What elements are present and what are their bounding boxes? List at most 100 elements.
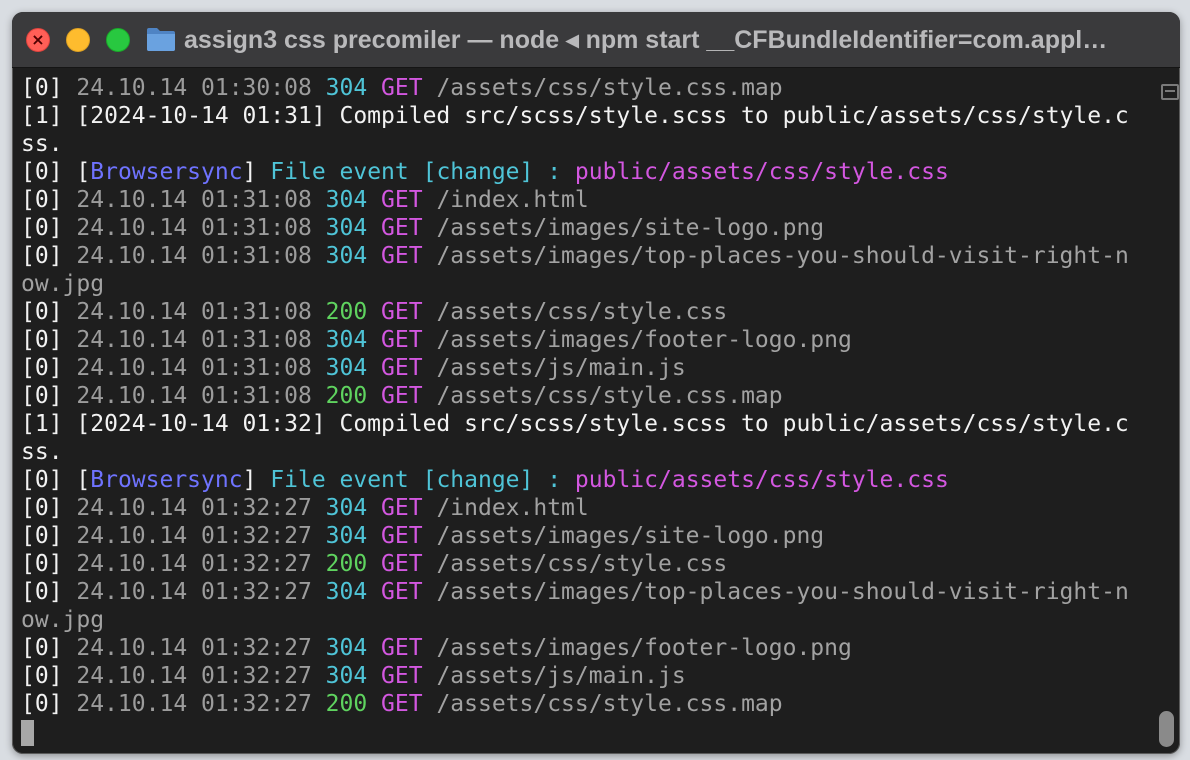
log-text: ss. (21, 131, 63, 157)
close-icon: × (31, 30, 45, 49)
request-path: /assets/images/site-logo.png (436, 215, 825, 241)
log-timestamp: 24.10.14 01:30:08 (76, 75, 326, 101)
http-method: GET (367, 495, 437, 521)
log-line: [0] 24.10.14 01:30:08 304 GET /assets/cs… (21, 74, 1152, 102)
title-bar[interactable]: × assign3 css precomiler — node ◂ npm st… (12, 12, 1180, 68)
log-line: [1] [2024-10-14 01:31] Compiled src/scss… (21, 102, 1152, 130)
log-timestamp: 24.10.14 01:31:08 (76, 215, 326, 241)
browsersync-label: Browsersync (90, 159, 243, 185)
http-method: GET (367, 383, 437, 409)
http-status: 304 (325, 523, 368, 549)
log-text: [1] [2024-10-14 01:31] Compiled src/scss… (21, 103, 1129, 129)
http-status: 200 (325, 551, 368, 577)
log-text: [1] [2024-10-14 01:32] Compiled src/scss… (21, 411, 1129, 437)
http-status: 304 (325, 663, 368, 689)
browsersync-label: Browsersync (90, 467, 243, 493)
minimize-button[interactable] (66, 28, 90, 52)
request-path: /assets/js/main.js (436, 663, 686, 689)
prompt-line[interactable] (21, 718, 1152, 746)
process-tag: [0] (21, 355, 77, 381)
process-tag: [0] [ (21, 159, 91, 185)
http-status: 304 (325, 355, 368, 381)
process-tag: [0] [ (21, 467, 91, 493)
log-line: [0] 24.10.14 01:31:08 200 GET /assets/cs… (21, 298, 1152, 326)
http-method: GET (367, 299, 437, 325)
log-line: [0] 24.10.14 01:32:27 304 GET /assets/js… (21, 662, 1152, 690)
http-method: GET (367, 691, 437, 717)
file-event-label: File event [change] : (270, 159, 575, 185)
http-status: 304 (325, 75, 368, 101)
folder-icon (147, 28, 175, 51)
process-tag: [0] (21, 691, 77, 717)
log-line: [0] 24.10.14 01:32:27 304 GET /assets/im… (21, 522, 1152, 550)
text-cursor (21, 720, 34, 746)
http-status: 200 (325, 691, 368, 717)
zoom-button[interactable] (106, 28, 130, 52)
http-method: GET (367, 215, 437, 241)
bracket: ] (242, 467, 271, 493)
process-tag: [0] (21, 495, 77, 521)
log-line: [0] 24.10.14 01:31:08 304 GET /index.htm… (21, 186, 1152, 214)
log-line: ow.jpg (21, 270, 1152, 298)
log-line: [0] [Browsersync] File event [change] : … (21, 466, 1152, 494)
request-path: /assets/images/footer-logo.png (436, 635, 852, 661)
log-timestamp: 24.10.14 01:32:27 (76, 523, 326, 549)
request-path: /assets/images/footer-logo.png (436, 327, 852, 353)
process-tag: [0] (21, 551, 77, 577)
process-tag: [0] (21, 523, 77, 549)
log-line: ss. (21, 130, 1152, 158)
log-timestamp: 24.10.14 01:32:27 (76, 495, 326, 521)
process-tag: [0] (21, 243, 77, 269)
log-timestamp: 24.10.14 01:32:27 (76, 691, 326, 717)
log-timestamp: 24.10.14 01:32:27 (76, 635, 326, 661)
process-tag: [0] (21, 383, 77, 409)
scrollbar[interactable] (1153, 68, 1180, 754)
request-path: /assets/css/style.css.map (436, 75, 783, 101)
log-timestamp: 24.10.14 01:31:08 (76, 355, 326, 381)
process-tag: [0] (21, 579, 77, 605)
log-timestamp: 24.10.14 01:32:27 (76, 579, 326, 605)
log-line: ow.jpg (21, 606, 1152, 634)
terminal-output[interactable]: [0] 24.10.14 01:30:08 304 GET /assets/cs… (12, 68, 1152, 754)
process-tag: [0] (21, 75, 77, 101)
log-timestamp: 24.10.14 01:32:27 (76, 551, 326, 577)
request-path: /assets/css/style.css.map (436, 691, 783, 717)
scrollbar-thumb[interactable] (1159, 711, 1174, 747)
bracket: ] (242, 159, 271, 185)
log-line: [0] 24.10.14 01:31:08 304 GET /assets/im… (21, 326, 1152, 354)
changed-file: public/assets/css/style.css (574, 159, 949, 185)
http-status: 304 (325, 579, 368, 605)
log-line: [0] 24.10.14 01:31:08 200 GET /assets/cs… (21, 382, 1152, 410)
log-line: [0] [Browsersync] File event [change] : … (21, 158, 1152, 186)
log-timestamp: 24.10.14 01:31:08 (76, 327, 326, 353)
log-timestamp: 24.10.14 01:32:27 (76, 663, 326, 689)
log-line: [0] 24.10.14 01:31:08 304 GET /assets/im… (21, 214, 1152, 242)
request-path: /assets/css/style.css (436, 299, 728, 325)
process-tag: [0] (21, 215, 77, 241)
terminal-window: × assign3 css precomiler — node ◂ npm st… (12, 12, 1180, 754)
log-text: ss. (21, 439, 63, 465)
http-method: GET (367, 75, 437, 101)
request-path: /index.html (436, 187, 589, 213)
http-status: 304 (325, 215, 368, 241)
process-tag: [0] (21, 663, 77, 689)
request-path: /assets/images/site-logo.png (436, 523, 825, 549)
http-method: GET (367, 355, 437, 381)
request-path-wrap: ow.jpg (21, 271, 105, 297)
close-button[interactable]: × (26, 28, 50, 52)
http-status: 304 (325, 187, 368, 213)
log-line: [0] 24.10.14 01:32:27 200 GET /assets/cs… (21, 690, 1152, 718)
http-method: GET (367, 551, 437, 577)
log-line: [0] 24.10.14 01:31:08 304 GET /assets/im… (21, 242, 1152, 270)
marks-icon[interactable] (1161, 84, 1179, 100)
request-path: /assets/js/main.js (436, 355, 686, 381)
request-path: /assets/images/top-places-you-should-vis… (436, 243, 1129, 269)
process-tag: [0] (21, 299, 77, 325)
log-timestamp: 24.10.14 01:31:08 (76, 243, 326, 269)
http-status: 304 (325, 243, 368, 269)
file-event-label: File event [change] : (270, 467, 575, 493)
http-method: GET (367, 243, 437, 269)
request-path: /assets/css/style.css (436, 551, 728, 577)
log-timestamp: 24.10.14 01:31:08 (76, 299, 326, 325)
http-method: GET (367, 579, 437, 605)
